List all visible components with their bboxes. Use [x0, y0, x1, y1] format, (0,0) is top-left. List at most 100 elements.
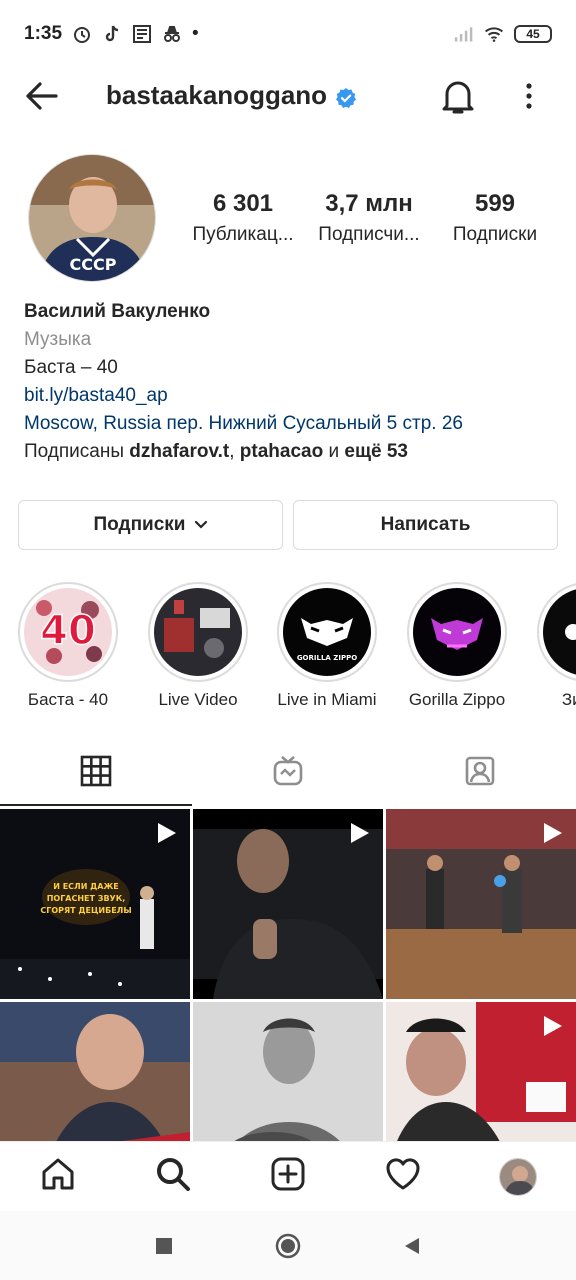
- svg-text:И ЕСЛИ ДАЖЕ: И ЕСЛИ ДАЖЕ: [53, 882, 119, 891]
- profile-username: bastaakanoggano: [106, 80, 357, 111]
- grid-post[interactable]: [0, 1002, 190, 1141]
- followed-by-prefix: Подписаны: [24, 441, 125, 462]
- grid-post[interactable]: [386, 1002, 576, 1141]
- followed-by-user: ptahacao: [239, 441, 324, 462]
- following-button-label: Подписки: [93, 514, 186, 535]
- igtv-icon: [272, 755, 304, 792]
- profile-action-buttons: Подписки Написать: [18, 500, 558, 550]
- highlight-cover: GORILLA ZIPPO: [283, 588, 371, 676]
- following-label: Подписки: [452, 224, 538, 245]
- back-arrow-icon[interactable]: [22, 78, 60, 114]
- svg-text:СССР: СССР: [70, 255, 117, 274]
- grid-post[interactable]: [193, 1002, 383, 1141]
- highlight-label: Live Video: [158, 690, 238, 709]
- status-dot: •: [192, 23, 199, 44]
- nav-profile[interactable]: [488, 1147, 548, 1207]
- grid-post[interactable]: [386, 809, 576, 999]
- home-button[interactable]: [271, 1229, 305, 1263]
- highlight-item[interactable]: Gorilla Zippo: [392, 582, 522, 710]
- highlight-item[interactable]: Live Video: [133, 582, 263, 710]
- grid-post[interactable]: И ЕСЛИ ДАЖЕ ПОГАСНЕТ ЗВУК, СГОРЯТ ДЕЦИБЕ…: [0, 809, 190, 999]
- more-options-icon[interactable]: [517, 78, 541, 114]
- highlight-caption: GORILLA ZIPPO: [297, 654, 357, 662]
- followers-count[interactable]: 3,7 млн Подписчи...: [306, 190, 432, 246]
- bio-description: Баста – 40: [24, 357, 118, 378]
- home-icon: [40, 1156, 76, 1197]
- highlight-item[interactable]: 40 Баста - 40: [3, 582, 133, 710]
- svg-text:ПОГАСНЕТ ЗВУК,: ПОГАСНЕТ ЗВУК,: [47, 894, 126, 903]
- bottom-navigation: [0, 1141, 576, 1211]
- following-value: 599: [474, 190, 516, 217]
- tab-igtv[interactable]: [192, 740, 384, 806]
- recent-apps-button[interactable]: [147, 1229, 181, 1263]
- followed-by-more: ещё 53: [344, 441, 408, 462]
- signal-icon: [454, 24, 474, 44]
- alarm-icon: [72, 24, 92, 44]
- reel-play-icon: [158, 823, 176, 843]
- wifi-icon: [484, 24, 504, 44]
- posts-value: 6 301: [212, 190, 274, 217]
- highlight-label: Баста - 40: [27, 690, 109, 709]
- message-button[interactable]: Написать: [293, 500, 558, 550]
- highlight-cover: [543, 588, 576, 676]
- profile-avatar-small: [499, 1157, 538, 1196]
- bio-address[interactable]: Moscow, Russia пер. Нижний Сусальный 5 с…: [24, 410, 554, 438]
- nav-home[interactable]: [28, 1147, 88, 1207]
- chevron-down-icon: [194, 514, 208, 536]
- posts-grid: И ЕСЛИ ДАЖЕ ПОГАСНЕТ ЗВУК, СГОРЯТ ДЕЦИБЕ…: [0, 809, 576, 1141]
- nav-search[interactable]: [143, 1147, 203, 1207]
- profile-avatar[interactable]: СССР: [28, 154, 156, 282]
- bio-link[interactable]: bit.ly/basta40_ap: [24, 382, 554, 410]
- reel-play-icon: [544, 823, 562, 843]
- highlight-cover: [413, 588, 501, 676]
- profile-bio: Василий Вакуленко Музыка Баста – 40 bit.…: [24, 298, 554, 466]
- following-count[interactable]: 599 Подписки: [432, 190, 558, 246]
- svg-text:СГОРЯТ ДЕЦИБЕЛЫ: СГОРЯТ ДЕЦИБЕЛЫ: [40, 906, 131, 915]
- posts-label: Публикац...: [192, 224, 294, 245]
- highlight-badge: 40: [40, 608, 96, 654]
- story-highlights: 40 Баста - 40 Live Video GORILLA ZIPPO L…: [0, 582, 576, 722]
- heart-icon: [385, 1156, 421, 1197]
- add-post-icon: [270, 1156, 306, 1197]
- highlight-item[interactable]: GORILLA ZIPPO Live in Miami: [262, 582, 392, 710]
- profile-category: Музыка: [24, 329, 92, 350]
- news-icon: [132, 24, 152, 44]
- search-icon: [155, 1156, 191, 1197]
- reel-play-icon: [351, 823, 369, 843]
- profile-full-name: Василий Вакуленко: [24, 301, 211, 322]
- profile-stats: 6 301 Публикац... 3,7 млн Подписчи... 59…: [180, 190, 560, 246]
- reel-play-icon: [544, 1016, 562, 1036]
- highlight-cover: 40: [24, 588, 112, 676]
- verified-badge-icon: [335, 85, 357, 108]
- system-back-button[interactable]: [395, 1229, 429, 1263]
- message-button-label: Написать: [380, 514, 471, 535]
- nav-activity[interactable]: [373, 1147, 433, 1207]
- following-button[interactable]: Подписки: [18, 500, 283, 550]
- system-navigation-bar: [0, 1211, 576, 1280]
- notifications-bell-icon[interactable]: [440, 76, 476, 116]
- tab-tagged[interactable]: [384, 740, 576, 806]
- followed-by-line[interactable]: Подписаны dzhafarov.t, ptahacao и ещё 53: [24, 438, 554, 466]
- highlight-label: Зимни: [561, 690, 576, 709]
- username-text: bastaakanoggano: [106, 80, 328, 110]
- grid-icon: [80, 755, 112, 792]
- followers-label: Подписчи...: [318, 224, 420, 245]
- tab-posts-grid[interactable]: [0, 740, 192, 806]
- profile-header: bastaakanoggano: [0, 68, 576, 124]
- status-time: 1:35: [24, 23, 63, 44]
- profile-tabs: [0, 740, 576, 806]
- highlight-label: Gorilla Zippo: [408, 690, 506, 709]
- followers-value: 3,7 млн: [325, 190, 413, 217]
- highlight-cover: [154, 588, 242, 676]
- followed-by-and: и: [328, 441, 340, 462]
- status-bar: 1:35 • 45: [0, 0, 576, 68]
- posts-count[interactable]: 6 301 Публикац...: [180, 190, 306, 246]
- followed-by-user: dzhafarov.t: [129, 441, 230, 462]
- highlight-item[interactable]: Зимни: [522, 582, 576, 710]
- nav-create[interactable]: [258, 1147, 318, 1207]
- incognito-icon: [162, 24, 182, 44]
- followed-by-separator: ,: [229, 441, 235, 462]
- grid-post[interactable]: [193, 809, 383, 999]
- battery-indicator: 45: [514, 25, 552, 43]
- highlight-label: Live in Miami: [277, 690, 377, 709]
